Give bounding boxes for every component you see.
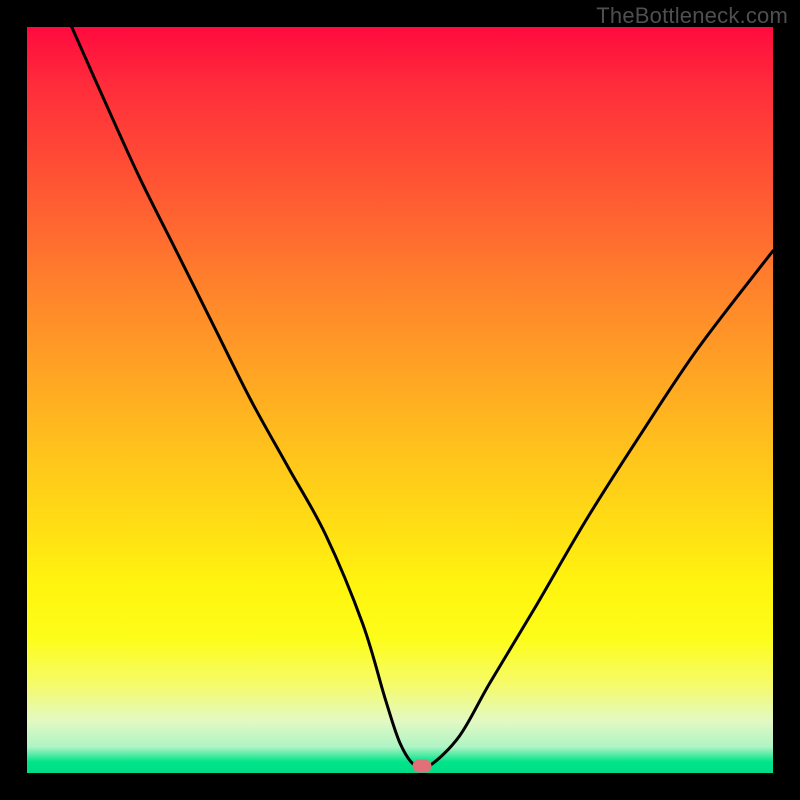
plot-area — [27, 27, 773, 773]
optimal-point-marker — [413, 759, 432, 772]
chart-frame: TheBottleneck.com — [0, 0, 800, 800]
bottleneck-curve — [27, 27, 773, 773]
watermark-text: TheBottleneck.com — [596, 3, 788, 29]
